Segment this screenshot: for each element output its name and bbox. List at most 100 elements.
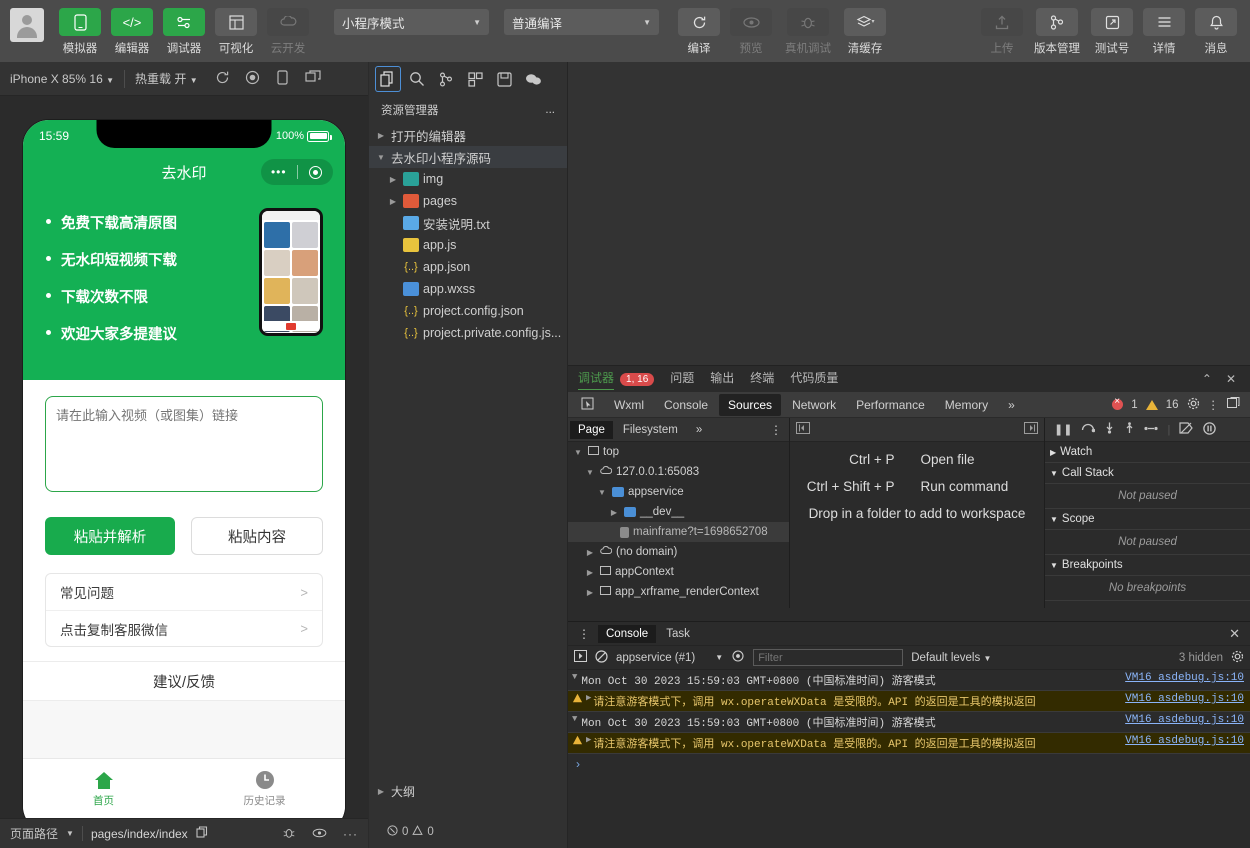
tab-performance[interactable]: Performance [847, 394, 934, 416]
file-row-pages[interactable]: ▶ pages [369, 190, 567, 212]
inspect-icon[interactable] [572, 393, 603, 417]
context-select[interactable]: appservice (#1) ▼ [616, 652, 723, 664]
gear-icon[interactable] [1231, 650, 1244, 666]
step-into-icon[interactable] [1104, 422, 1115, 437]
bug-icon[interactable] [282, 826, 296, 842]
clear-icon[interactable] [595, 649, 608, 666]
panel-tab-codequality[interactable]: 代码质量 [790, 369, 838, 389]
tool-testaccount[interactable]: 测试号 [1086, 0, 1138, 56]
tool-cloud[interactable]: 云开发 [262, 0, 314, 56]
feedback-button[interactable]: 建议/反馈 [23, 661, 345, 701]
tree-node-nodomain[interactable]: ▶ (no domain) [568, 542, 789, 562]
chevron-right-icon[interactable]: ▶ [586, 735, 591, 745]
close-icon[interactable]: ✕ [1229, 626, 1246, 642]
file-row-projectconfig[interactable]: {..} project.config.json [369, 300, 567, 322]
panel-tab-output[interactable]: 输出 [710, 369, 734, 389]
tree-node-xrframe[interactable]: ▶ app_xrframe_renderContext [568, 582, 789, 602]
pause-exceptions-icon[interactable] [1203, 421, 1217, 438]
parse-button[interactable]: 粘贴并解析 [45, 517, 175, 555]
files-icon[interactable] [375, 66, 401, 92]
section-breakpoints[interactable]: ▼ Breakpoints [1045, 555, 1250, 576]
collapse-icon[interactable]: ⌃ [1202, 372, 1212, 386]
tool-visual[interactable]: 可视化 [210, 0, 262, 56]
search-icon[interactable] [404, 66, 430, 92]
tool-upload[interactable]: 上传 [976, 0, 1028, 56]
section-open-editors[interactable]: ▶ 打开的编辑器 [369, 124, 567, 146]
tool-debugger[interactable]: 调试器 [158, 0, 210, 56]
kebab-icon[interactable]: ⋮ [572, 627, 596, 641]
file-row-appwxss[interactable]: app.wxss [369, 278, 567, 300]
multiscreen-icon[interactable] [298, 70, 328, 87]
message-source[interactable]: VM16 asdebug.js:10 [1125, 693, 1244, 705]
file-row-appjs[interactable]: app.js [369, 234, 567, 256]
tool-realdevice[interactable]: 真机调试 [777, 0, 839, 56]
message-source[interactable]: VM16 asdebug.js:10 [1125, 714, 1244, 726]
section-callstack[interactable]: ▼ Call Stack [1045, 463, 1250, 484]
tree-node-host[interactable]: ▼ 127.0.0.1:65083 [568, 462, 789, 482]
tool-compile[interactable]: 编译 [673, 0, 725, 56]
tool-simulator[interactable]: 模拟器 [54, 0, 106, 56]
step-over-icon[interactable] [1081, 423, 1096, 437]
panel-tab-problems[interactable]: 问题 [670, 369, 694, 389]
paste-button[interactable]: 粘贴内容 [191, 517, 323, 555]
link-input[interactable] [45, 396, 323, 492]
tab-console[interactable]: Console [655, 394, 717, 416]
file-row-img[interactable]: ▶ img [369, 168, 567, 190]
eye-icon[interactable] [304, 827, 335, 841]
menu-row-wechat[interactable]: 点击复制客服微信 > [46, 610, 322, 646]
extensions-icon[interactable] [462, 66, 488, 92]
tree-node-dev[interactable]: ▶ __dev__ [568, 502, 789, 522]
nav-tab-filesystem[interactable]: Filesystem [615, 421, 686, 439]
tab-sources[interactable]: Sources [719, 393, 782, 416]
chevron-down-icon[interactable]: ▼ [66, 829, 74, 838]
file-row-projectprivate[interactable]: {..} project.private.config.js... [369, 322, 567, 344]
step-out-icon[interactable] [1124, 422, 1135, 437]
outline-section[interactable]: ▶ 大纲 [369, 780, 568, 802]
more-icon[interactable]: ··· [343, 827, 358, 841]
tool-clearcache[interactable]: ▾ 清缓存 [839, 0, 891, 56]
hotreload-select[interactable]: 热重载 开 ▼ [125, 70, 208, 87]
dock-icon[interactable] [1227, 397, 1240, 412]
show-navigator-icon[interactable] [796, 421, 810, 439]
tool-editor[interactable]: </> 编辑器 [106, 0, 158, 56]
chevron-right-icon[interactable]: ▶ [586, 693, 591, 703]
gear-icon[interactable] [1187, 397, 1200, 413]
console-prompt[interactable]: › [568, 754, 1250, 774]
kebab-icon[interactable]: ⋮ [1208, 398, 1220, 412]
tree-node-mainframe[interactable]: mainframe?t=1698652708 [568, 522, 789, 542]
show-debugger-icon[interactable] [1024, 421, 1038, 439]
console-group-header[interactable]: ▼ Mon Oct 30 2023 15:59:03 GMT+0800 (中国标… [568, 670, 1250, 690]
nav-tab-more[interactable]: » [688, 421, 710, 439]
record-icon[interactable] [238, 70, 268, 88]
device-icon[interactable] [268, 69, 298, 88]
page-path-label[interactable]: 页面路径 [10, 825, 58, 842]
tool-detail[interactable]: 详情 [1138, 0, 1190, 56]
section-scope[interactable]: ▼ Scope [1045, 509, 1250, 530]
tool-version[interactable]: 版本管理 [1028, 0, 1086, 56]
tab-console[interactable]: Console [598, 624, 657, 643]
more-icon[interactable]: ... [545, 104, 555, 116]
close-icon[interactable]: ✕ [1226, 372, 1236, 386]
deactivate-breakpoints-icon[interactable] [1179, 422, 1194, 437]
panel-tab-terminal[interactable]: 终端 [750, 369, 774, 389]
tab-memory[interactable]: Memory [936, 394, 997, 416]
file-row-appjson[interactable]: {..} app.json [369, 256, 567, 278]
nav-tab-page[interactable]: Page [570, 420, 613, 439]
section-project-root[interactable]: ▼ 去水印小程序源码 [369, 146, 567, 168]
filter-input[interactable] [753, 649, 904, 666]
tool-message[interactable]: 消息 [1190, 0, 1242, 56]
tool-preview[interactable]: 预览 [725, 0, 777, 56]
copy-icon[interactable] [196, 826, 208, 841]
tab-network[interactable]: Network [783, 394, 845, 416]
rotate-icon[interactable] [208, 70, 238, 88]
compile-select[interactable]: 普通编译 ▼ [504, 9, 659, 35]
pause-icon[interactable]: ❚❚ [1054, 423, 1072, 436]
tab-task[interactable]: Task [658, 625, 698, 643]
problems-status[interactable]: 0 0 [369, 822, 568, 842]
message-source[interactable]: VM16 asdebug.js:10 [1125, 672, 1244, 684]
source-control-icon[interactable] [433, 66, 459, 92]
miniprogram-icon[interactable] [520, 66, 546, 92]
section-watch[interactable]: ▶ Watch [1045, 442, 1250, 463]
capsule-button[interactable]: ••• [261, 159, 333, 185]
editor-area[interactable] [568, 62, 1250, 365]
